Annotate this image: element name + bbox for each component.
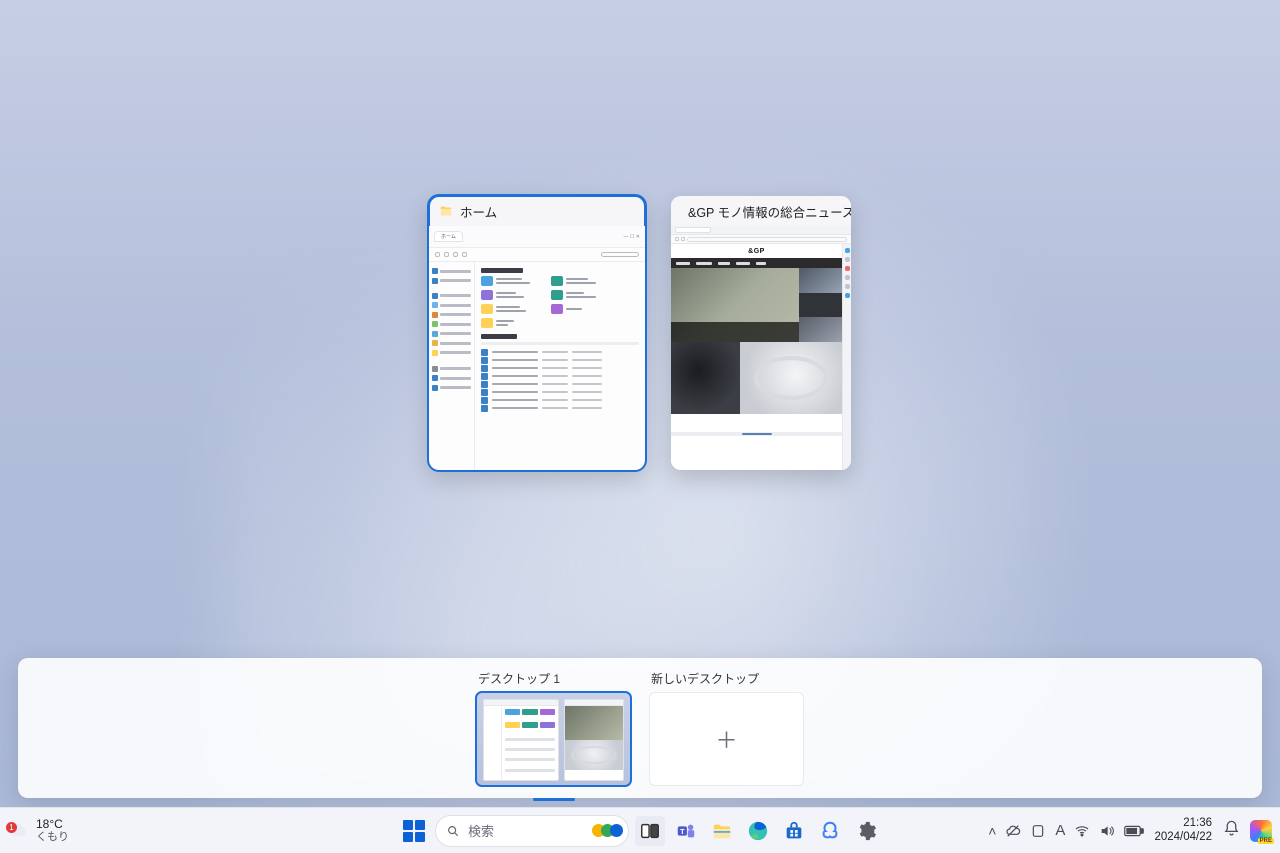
search-icon	[446, 824, 460, 838]
taskbar-app-copilot[interactable]	[815, 816, 845, 846]
folder-icon	[711, 820, 733, 842]
wifi-icon[interactable]	[1074, 823, 1090, 839]
taskbar-center: 検索 T	[399, 815, 881, 847]
store-icon	[783, 820, 805, 842]
taskbar-clock[interactable]: 21:36 2024/04/22	[1154, 817, 1212, 843]
edge-icon	[747, 820, 769, 842]
notification-badge: 1	[6, 822, 17, 833]
taskview-window-edge[interactable]: &GP モノ情報の総合ニュースサイ... &GP	[671, 196, 851, 470]
onedrive-icon[interactable]	[1005, 823, 1021, 839]
notifications-button[interactable]	[1222, 820, 1240, 841]
explorer-preview: ホーム— ☐ ✕	[429, 226, 645, 470]
virtual-desktop-new[interactable]: 新しいデスクトップ ＋	[649, 670, 804, 786]
weather-condition: くもり	[36, 831, 69, 843]
weather-temp: 18°C	[36, 818, 69, 831]
taskview-button[interactable]	[635, 816, 665, 846]
copilot-icon	[819, 820, 841, 842]
taskbar: 1 18°C くもり 検索 T	[0, 807, 1280, 853]
clock-date: 2024/04/22	[1154, 831, 1212, 844]
taskview-window-explorer[interactable]: ホーム ホーム— ☐ ✕	[429, 196, 645, 470]
virtual-desktop-current[interactable]: デスクトップ 1	[476, 670, 631, 786]
virtual-desktop-new-thumbnail: ＋	[649, 692, 804, 786]
taskview-icon	[639, 820, 661, 842]
plus-icon: ＋	[715, 723, 737, 755]
clock-time: 21:36	[1183, 817, 1212, 830]
chevron-up-icon[interactable]: ˄	[988, 823, 996, 839]
search-decoration-icon	[596, 824, 623, 837]
system-tray[interactable]: ˄ A	[988, 822, 1144, 839]
virtual-desktop-thumbnail	[476, 692, 631, 786]
gear-icon	[855, 820, 877, 842]
taskbar-app-store[interactable]	[779, 816, 809, 846]
taskbar-app-settings[interactable]	[851, 816, 881, 846]
taskbar-search[interactable]: 検索	[435, 815, 629, 847]
virtual-desktop-label: デスクトップ 1	[476, 670, 560, 687]
ime-indicator[interactable]: A	[1055, 822, 1065, 839]
virtual-desktop-strip: デスクトップ 1	[18, 658, 1262, 798]
taskbar-right: ˄ A 21:36 2024/04/22	[988, 817, 1272, 843]
volume-icon[interactable]	[1099, 823, 1115, 839]
virtual-desktop-label: 新しいデスクトップ	[649, 670, 804, 687]
battery-icon[interactable]	[1124, 824, 1144, 838]
window-thumb-titlebar: &GP モノ情報の総合ニュースサイ...	[671, 196, 851, 226]
taskbar-left: 1 18°C くもり	[8, 818, 69, 843]
edge-preview: &GP	[671, 226, 851, 470]
start-button[interactable]	[399, 816, 429, 846]
window-thumb-titlebar: ホーム	[429, 196, 645, 226]
bell-icon	[1223, 820, 1240, 837]
svg-text:T: T	[680, 826, 685, 835]
taskbar-app-explorer[interactable]	[707, 816, 737, 846]
security-icon[interactable]	[1030, 823, 1046, 839]
search-placeholder: 検索	[468, 821, 494, 840]
taskview-area: ホーム ホーム— ☐ ✕	[0, 196, 1280, 470]
copilot-preview-button[interactable]	[1250, 820, 1272, 842]
teams-icon: T	[675, 820, 697, 842]
weather-widget-icon[interactable]: 1	[8, 820, 30, 842]
taskbar-app-teams[interactable]: T	[671, 816, 701, 846]
weather-widget-text[interactable]: 18°C くもり	[36, 818, 69, 843]
taskbar-app-edge[interactable]	[743, 816, 773, 846]
window-thumb-title: &GP モノ情報の総合ニュースサイ...	[688, 202, 851, 221]
window-thumb-title: ホーム	[460, 202, 497, 221]
folder-icon	[439, 204, 453, 218]
